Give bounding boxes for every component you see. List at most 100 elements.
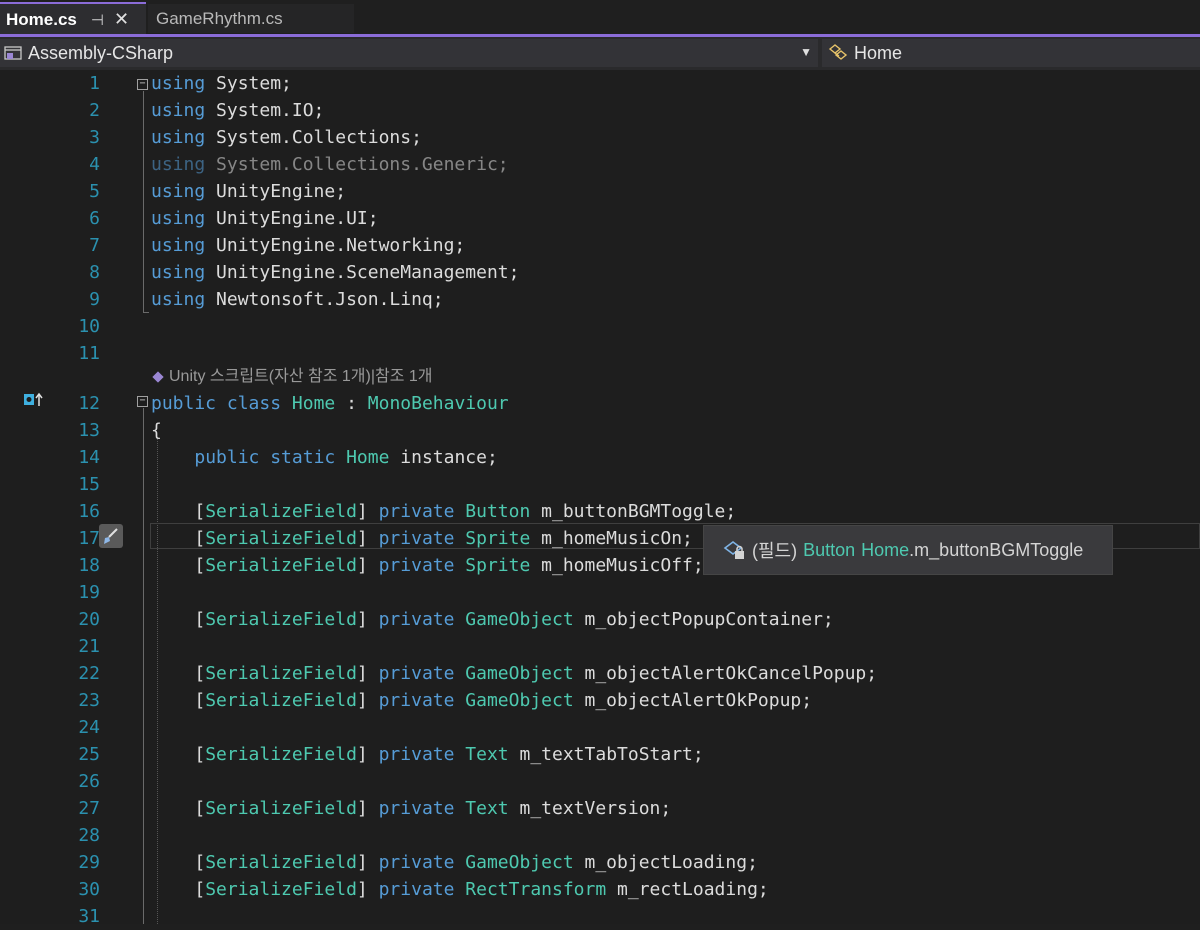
navigation-bar: Assembly-CSharp ▼ Home	[0, 37, 1200, 70]
code-line[interactable]: 28	[0, 822, 1200, 849]
code-token: using	[151, 100, 206, 121]
code-token: GameObject	[465, 609, 574, 630]
code-text: [SerializeField] private Sprite m_homeMu…	[151, 525, 693, 552]
code-line[interactable]: 8 using UnityEngine.SceneManagement;	[0, 259, 1200, 286]
line-number: 5	[89, 181, 100, 202]
code-line[interactable]: 31	[0, 903, 1200, 930]
code-text: [SerializeField] private Sprite m_homeMu…	[151, 552, 704, 579]
code-token: ]	[356, 555, 379, 576]
code-line[interactable]: 11	[0, 340, 1200, 367]
code-token: Text	[465, 744, 509, 765]
code-text: public static Home instance;	[151, 444, 498, 471]
code-token: private	[378, 798, 455, 819]
tooltip-member: .m_buttonBGMToggle	[909, 539, 1084, 560]
line-number: 6	[89, 208, 100, 229]
code-token: private	[378, 852, 455, 873]
line-number: 21	[78, 636, 100, 657]
pin-icon[interactable]: ⊣	[91, 11, 104, 29]
code-token: private	[378, 663, 455, 684]
code-line[interactable]: 16 [SerializeField] private Button m_but…	[0, 498, 1200, 525]
code-line[interactable]: 13 {	[0, 417, 1200, 444]
chevron-down-icon[interactable]: ▼	[800, 45, 812, 59]
code-token: m_objectPopupContainer;	[573, 609, 834, 630]
code-line[interactable]: 27 [SerializeField] private Text m_textV…	[0, 795, 1200, 822]
code-line[interactable]: 15	[0, 471, 1200, 498]
code-token: instance;	[389, 447, 498, 468]
code-text: using Newtonsoft.Json.Linq;	[151, 286, 444, 313]
code-token: ]	[356, 879, 379, 900]
code-token: private	[378, 501, 455, 522]
code-text: using System.Collections.Generic;	[151, 151, 509, 178]
code-line[interactable]: 26	[0, 768, 1200, 795]
code-line[interactable]: 4 using System.Collections.Generic;	[0, 151, 1200, 178]
class-icon	[828, 44, 848, 60]
line-number: 1	[89, 73, 100, 94]
line-number: 18	[78, 555, 100, 576]
code-line[interactable]: 22 [SerializeField] private GameObject m…	[0, 660, 1200, 687]
code-token: SerializeField	[205, 528, 357, 549]
code-line[interactable]: 7 using UnityEngine.Networking;	[0, 232, 1200, 259]
tab-home-cs[interactable]: Home.cs ⊣ ✕	[0, 2, 146, 35]
code-text: [SerializeField] private Text m_textTabT…	[151, 741, 703, 768]
code-token: using	[151, 181, 206, 202]
tooltip-owner: Home	[861, 539, 910, 560]
line-number: 27	[78, 798, 100, 819]
code-text: using System.IO;	[151, 97, 324, 124]
code-line[interactable]: 3 using System.Collections;	[0, 124, 1200, 151]
code-line[interactable]: 20 [SerializeField] private GameObject m…	[0, 606, 1200, 633]
code-line[interactable]: 12 public class Home : MonoBehaviour	[0, 390, 1200, 417]
code-token: Home	[346, 447, 390, 468]
code-token: Text	[465, 798, 509, 819]
type-dropdown[interactable]: Home	[822, 39, 1200, 67]
code-text: [SerializeField] private GameObject m_ob…	[151, 849, 758, 876]
line-number: 20	[78, 609, 100, 630]
code-token: UnityEngine;	[205, 181, 347, 202]
code-line[interactable]: 1 using System;	[0, 70, 1200, 97]
code-token: System.Collections.Generic;	[205, 154, 509, 175]
class-name: Home	[854, 42, 903, 63]
codelens[interactable]: Unity 스크립트(자산 참조 1개)|참조 1개	[152, 363, 432, 390]
code-line[interactable]: 19	[0, 579, 1200, 606]
code-line[interactable]: 9 using Newtonsoft.Json.Linq;	[0, 286, 1200, 313]
line-number: 2	[89, 100, 100, 121]
code-line[interactable]: 5 using UnityEngine;	[0, 178, 1200, 205]
code-token: ]	[356, 663, 379, 684]
code-token: System;	[205, 73, 292, 94]
code-token: private	[378, 744, 455, 765]
line-number: 10	[78, 316, 100, 337]
code-line[interactable]: 14 public static Home instance;	[0, 444, 1200, 471]
code-line[interactable]: 23 [SerializeField] private GameObject m…	[0, 687, 1200, 714]
code-token: SerializeField	[205, 663, 357, 684]
code-line[interactable]: 6 using UnityEngine.UI;	[0, 205, 1200, 232]
code-token: using	[151, 127, 206, 148]
code-line[interactable]: 25 [SerializeField] private Text m_textT…	[0, 741, 1200, 768]
code-token: private	[378, 609, 455, 630]
line-number: 25	[78, 744, 100, 765]
tab-gamerhythm-cs[interactable]: GameRhythm.cs	[148, 4, 354, 33]
code-token: m_homeMusicOff;	[530, 555, 704, 576]
line-number: 26	[78, 771, 100, 792]
line-number: 28	[78, 825, 100, 846]
code-token: SerializeField	[205, 879, 357, 900]
code-token: [	[151, 690, 206, 711]
code-token: System.Collections;	[205, 127, 422, 148]
close-icon[interactable]: ✕	[114, 9, 129, 30]
code-token: MonoBehaviour	[367, 393, 509, 414]
code-line[interactable]: 2 using System.IO;	[0, 97, 1200, 124]
code-token: [	[151, 852, 206, 873]
code-editor[interactable]: Unity 스크립트(자산 참조 1개)|참조 1개 − − 1 using Sy…	[0, 70, 1200, 927]
code-line[interactable]: 30 [SerializeField] private RectTransfor…	[0, 876, 1200, 903]
code-token: :	[335, 393, 368, 414]
code-line[interactable]: 29 [SerializeField] private GameObject m…	[0, 849, 1200, 876]
code-line[interactable]: 21	[0, 633, 1200, 660]
code-token: [	[151, 555, 206, 576]
code-line[interactable]: 24	[0, 714, 1200, 741]
code-line[interactable]: 10	[0, 313, 1200, 340]
project-dropdown[interactable]: Assembly-CSharp ▼	[0, 39, 818, 67]
